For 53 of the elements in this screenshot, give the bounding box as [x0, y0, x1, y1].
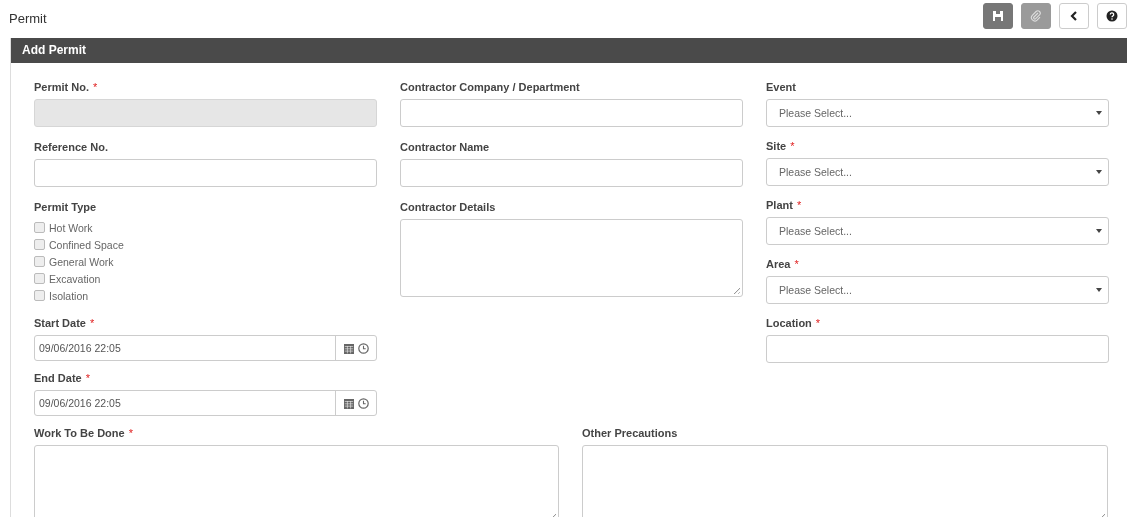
required-mark: * [128, 427, 133, 439]
checkbox-option[interactable]: General Work [34, 253, 114, 270]
caret-icon [1096, 229, 1102, 233]
field-label: Event [766, 81, 796, 93]
paperclip-icon [1030, 10, 1042, 22]
field-label: Reference No. [34, 141, 108, 153]
help-button[interactable] [1097, 3, 1127, 29]
caret-icon [1096, 111, 1102, 115]
field-label: Permit Type [34, 201, 97, 213]
field-label: Start Date [34, 317, 86, 329]
checkbox-option[interactable]: Isolation [34, 287, 89, 304]
required-mark: * [796, 199, 802, 211]
field-label: Contractor Details [400, 201, 496, 213]
text-area[interactable] [582, 445, 1108, 517]
dropdown[interactable]: Please Select... [766, 276, 1109, 304]
checkbox-option[interactable]: Hot Work [34, 219, 93, 236]
required-mark: * [85, 372, 90, 384]
help-icon [1106, 10, 1118, 22]
resize-grip-icon [734, 288, 740, 294]
field-label: Work To Be Done [34, 427, 125, 439]
dropdown[interactable]: Please Select... [766, 99, 1109, 127]
back-button[interactable] [1059, 3, 1089, 29]
caret-icon [1096, 288, 1102, 292]
input-field[interactable] [400, 99, 743, 127]
required-mark: * [794, 258, 799, 270]
input-field[interactable] [34, 159, 377, 187]
dropdown[interactable]: Please Select... [766, 217, 1109, 245]
text-area[interactable] [400, 219, 743, 297]
field-label: Contractor Name [400, 141, 490, 153]
field-label: Contractor Company / Department [400, 81, 580, 93]
required-mark: * [93, 81, 98, 93]
page-title: Permit [9, 11, 47, 26]
input-field[interactable] [766, 335, 1109, 363]
required-mark: * [815, 317, 821, 329]
field-label: Permit No. [34, 81, 89, 93]
field-label: End Date [34, 372, 82, 384]
checkbox-option[interactable]: Confined Space [34, 236, 124, 253]
field-label: Area [766, 258, 791, 270]
field-label: Location [766, 317, 812, 329]
input-field[interactable] [400, 159, 743, 187]
field-label: Other Precautions [582, 427, 678, 439]
field-label: Site [766, 140, 787, 152]
dropdown[interactable]: Please Select... [766, 158, 1109, 186]
checkbox-option[interactable]: Excavation [34, 270, 101, 287]
save-icon [992, 10, 1004, 22]
save-button[interactable] [983, 3, 1013, 29]
required-mark: * [89, 317, 95, 329]
panel-header: Add Permit [11, 38, 1127, 63]
required-mark: * [790, 140, 795, 152]
caret-icon [1096, 170, 1102, 174]
chevron-left-icon [1069, 10, 1079, 22]
text-area[interactable] [34, 445, 559, 517]
field-label: Plant [766, 199, 793, 211]
